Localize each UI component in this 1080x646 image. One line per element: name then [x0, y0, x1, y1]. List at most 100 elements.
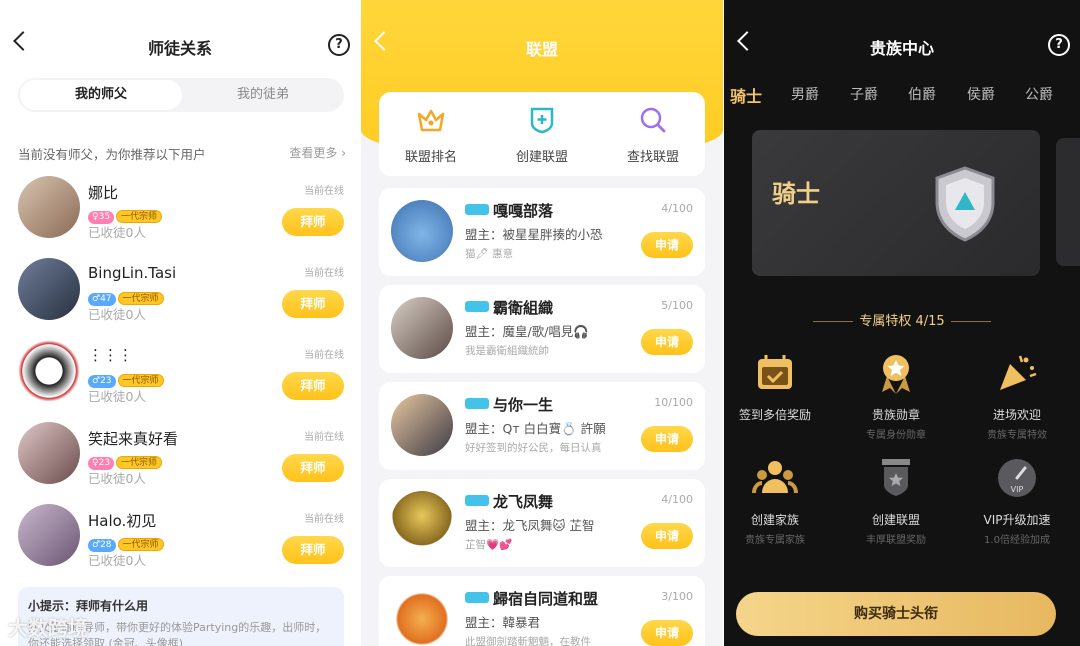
privilege-count: 专属特权 4/15: [724, 310, 1080, 329]
apply-button[interactable]: 申请: [641, 426, 693, 452]
feature-entrance-welcome[interactable]: 进场欢迎 贵族专属特效: [958, 350, 1076, 441]
avatar: [391, 588, 453, 646]
see-more-link[interactable]: 查看更多 ›: [289, 144, 346, 161]
find-alliance-button[interactable]: 查找联盟: [603, 104, 703, 165]
list-item[interactable]: 龙飞凤舞 盟主：龙飞凤舞🐱 芷智 芷智💗💕 4/100 申请: [379, 479, 705, 567]
tab-viscount[interactable]: 子爵: [850, 84, 878, 104]
apprentice-count: 已收徒0人: [88, 225, 146, 240]
shield-plus-icon: [530, 107, 554, 134]
member-count: 3/100: [661, 590, 693, 603]
action-label: 创建联盟: [515, 150, 568, 165]
family-icon: [752, 461, 798, 494]
apprentice-button[interactable]: 拜师: [282, 208, 344, 236]
list-item[interactable]: 嘎嘎部落 盟主：被星星胖揍的小恐 猫🖊 惠意 4/100 申请: [379, 188, 705, 276]
apprentice-button[interactable]: 拜师: [282, 536, 344, 564]
tab-my-apprentice[interactable]: 我的徒弟: [182, 78, 344, 112]
alliance-name: 嘎嘎部落: [493, 202, 554, 220]
svg-text:VIP: VIP: [1011, 485, 1024, 494]
feature-vip-boost[interactable]: VIP VIP升级加速 1.0倍经验加成: [958, 455, 1076, 546]
see-more-label: 查看更多: [289, 146, 338, 160]
alliance-desc: 好好签到的好公民，每日认真: [465, 442, 602, 454]
list-item[interactable]: 歸宿自同道和盟 盟主：韓暴君 此盟御劍踏斬魍魎，在教件 3/100 申请: [379, 576, 705, 646]
rank-name: 骑士: [772, 180, 820, 208]
list-item[interactable]: Halo.初见 ♂28 一代宗师 已收徒0人 当前在线 拜师: [18, 504, 344, 574]
apprentice-count: 已收徒0人: [88, 307, 146, 322]
user-name: BingLin.Tasi: [88, 264, 177, 282]
create-alliance-button[interactable]: 创建联盟: [492, 104, 592, 165]
apprentice-count: 已收徒0人: [88, 471, 146, 486]
alliance-leader: 盟主：Qт 白白寶💍 許願: [465, 421, 606, 436]
feature-subtitle: 贵族专属家族: [745, 535, 805, 546]
help-icon[interactable]: ?: [328, 34, 350, 56]
nobility-panel: 贵族中心 ? 骑士 男爵 子爵 伯爵 侯爵 公爵 骑士 专属特权 4/15 签到…: [724, 0, 1080, 646]
tab-earl[interactable]: 伯爵: [908, 84, 936, 104]
apprentice-button[interactable]: 拜师: [282, 372, 344, 400]
feature-title: 创建联盟: [871, 513, 920, 527]
tab-my-mentor[interactable]: 我的师父: [20, 80, 182, 110]
list-item[interactable]: BingLin.Tasi ♂47 一代宗师 已收徒0人 当前在线 拜师: [18, 258, 344, 328]
level-badge: [465, 204, 489, 215]
feature-create-alliance[interactable]: 创建联盟 丰厚联盟奖励: [837, 455, 955, 546]
tab-baron[interactable]: 男爵: [791, 84, 819, 104]
alliance-name: 霸衛組織: [493, 299, 554, 317]
apply-button[interactable]: 申请: [641, 232, 693, 258]
alliance-desc: 猫🖊 惠意: [465, 248, 514, 260]
online-status: 当前在线: [304, 432, 344, 443]
feature-create-family[interactable]: 创建家族 贵族专属家族: [724, 455, 834, 546]
alliance-leader: 盟主：龙飞凤舞🐱 芷智: [465, 518, 595, 533]
list-item[interactable]: 笑起来真好看 ♀23 一代宗师 已收徒0人 当前在线 拜师: [18, 422, 344, 492]
feature-checkin-bonus[interactable]: 签到多倍奖励: [724, 350, 834, 423]
apply-button[interactable]: 申请: [641, 620, 693, 646]
alliance-leader: 盟主：被星星胖揍的小恐: [465, 227, 603, 242]
action-label: 查找联盟: [626, 150, 679, 165]
list-item[interactable]: 霸衛組織 盟主：魔皇/歌/唱見🎧 我是霸衛組織統帥 5/100 申请: [379, 285, 705, 373]
help-icon[interactable]: ?: [1048, 34, 1070, 56]
apply-button[interactable]: 申请: [641, 523, 693, 549]
level-badge: [465, 301, 489, 312]
tab-marquis[interactable]: 侯爵: [967, 84, 995, 104]
buy-title-button[interactable]: 购买骑士头衔: [736, 592, 1056, 636]
apply-button[interactable]: 申请: [641, 329, 693, 355]
tab-knight[interactable]: 骑士: [730, 83, 762, 107]
list-item[interactable]: 娜比 ♀35 一代宗师 已收徒0人 当前在线 拜师: [18, 176, 344, 246]
online-status: 当前在线: [304, 350, 344, 361]
member-count: 4/100: [661, 202, 693, 215]
list-item[interactable]: ⋮⋮⋮ ♂23 一代宗师 已收徒0人 当前在线 拜师: [18, 340, 344, 410]
feature-subtitle: 专属身份勋章: [866, 430, 926, 441]
feature-title: 创建家族: [750, 513, 799, 527]
apprentice-button[interactable]: 拜师: [282, 290, 344, 318]
calendar-icon: [758, 355, 792, 389]
alliance-ranking-button[interactable]: 联盟排名: [381, 104, 481, 165]
feature-title: 贵族勋章: [871, 408, 920, 422]
user-name: 娜比: [88, 184, 119, 202]
avatar: [18, 258, 80, 320]
alliance-desc: 芷智💗💕: [465, 539, 513, 551]
apprentice-count: 已收徒0人: [88, 553, 146, 568]
page-title: 联盟: [525, 40, 558, 59]
apprentice-button[interactable]: 拜师: [282, 454, 344, 482]
quick-actions: 联盟排名 创建联盟 查找联盟: [379, 92, 705, 176]
crown-icon: [417, 109, 445, 132]
alliance-leader: 盟主：韓暴君: [465, 615, 541, 630]
page-title: 贵族中心: [869, 39, 934, 58]
alliance-panel: 联盟 联盟排名 创建联盟 查找联盟 嘎嘎部落 盟主：被星星胖揍的小恐 猫🖊 惠意…: [361, 0, 723, 646]
user-name: 笑起来真好看: [88, 430, 179, 448]
avatar: [391, 297, 453, 359]
member-count: 10/100: [654, 396, 693, 409]
feature-title: 进场欢迎: [992, 408, 1041, 422]
online-status: 当前在线: [304, 186, 344, 197]
speedometer-icon: VIP: [998, 459, 1036, 497]
avatar: [18, 176, 80, 238]
list-item[interactable]: 与你一生 盟主：Qт 白白寶💍 許願 好好签到的好公民，每日认真 10/100 …: [379, 382, 705, 470]
user-name: Halo.初见: [88, 512, 157, 530]
avatar: [18, 422, 80, 484]
mentor-tabs: 我的师父 我的徒弟: [18, 78, 344, 112]
tab-duke[interactable]: 公爵: [1025, 84, 1053, 104]
avatar: [391, 491, 453, 553]
feature-noble-medal[interactable]: 贵族勋章 专属身份勋章: [837, 350, 955, 441]
alliance-name: 龙飞凤舞: [493, 493, 554, 511]
action-label: 联盟排名: [404, 150, 457, 165]
user-name: ⋮⋮⋮: [88, 346, 133, 364]
level-badge: [465, 592, 489, 603]
level-badge: [465, 495, 489, 506]
